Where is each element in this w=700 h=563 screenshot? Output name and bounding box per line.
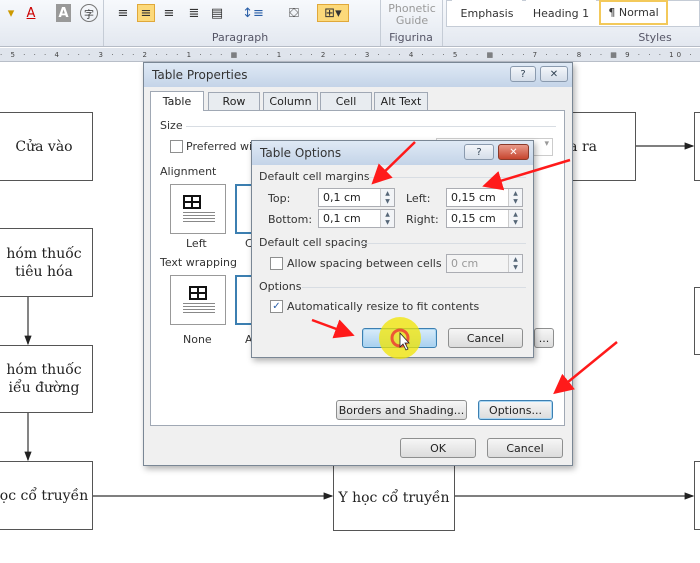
options-button[interactable]: Options...: [478, 400, 553, 420]
cell-spacing-label: Default cell spacing: [259, 236, 368, 249]
box-right-bottom[interactable]: [694, 461, 700, 530]
tab-row[interactable]: Row: [208, 92, 260, 110]
allow-spacing-label: Allow spacing between cells: [287, 257, 442, 270]
table-options-ok-button[interactable]: [362, 328, 437, 348]
box-right-top[interactable]: [694, 112, 700, 181]
tab-alt-text[interactable]: Alt Text: [374, 92, 428, 110]
bottom-label: Bottom:: [268, 213, 313, 226]
top-margin-input[interactable]: 0,1 cm ▲ ▼: [318, 188, 395, 207]
spin-icon[interactable]: ▲ ▼: [380, 210, 394, 227]
auto-resize-checkbox[interactable]: ✓: [270, 300, 283, 313]
box-text-line: iểu đường: [8, 380, 80, 396]
close-icon[interactable]: ✕: [498, 144, 529, 160]
spin-icon[interactable]: ▲ ▼: [508, 255, 522, 272]
preferred-width-label: Preferred wid: [186, 140, 260, 153]
box-text: ọc cổ truyền: [0, 487, 89, 504]
box-text-line: hóm thuốc: [6, 362, 82, 378]
spacing-value: 0 cm: [451, 257, 479, 270]
alignment-section-label: Alignment: [160, 165, 217, 178]
box-text: Y học cổ truyền: [338, 490, 450, 506]
spin-icon[interactable]: ▲ ▼: [508, 189, 522, 206]
left-value: 0,15 cm: [451, 191, 496, 204]
options-section-label: Options: [259, 280, 302, 293]
spacing-input[interactable]: 0 cm ▲ ▼: [446, 254, 523, 273]
positioning-button[interactable]: ...: [534, 328, 554, 348]
help-icon[interactable]: ?: [510, 66, 536, 82]
box-text-line: tiêu hóa: [15, 263, 73, 280]
table-left-icon: [183, 195, 201, 209]
left-label: Left:: [406, 192, 431, 205]
cancel-button[interactable]: Cancel: [487, 438, 563, 458]
top-value: 0,1 cm: [323, 191, 361, 204]
close-icon[interactable]: ✕: [540, 66, 568, 82]
right-label: Right:: [406, 213, 439, 226]
preferred-width-checkbox[interactable]: [170, 140, 183, 153]
borders-and-shading-button[interactable]: Borders and Shading...: [336, 400, 467, 420]
bottom-margin-input[interactable]: 0,1 cm ▲ ▼: [318, 209, 395, 228]
wrap-none-label: None: [183, 333, 212, 346]
box-digestive[interactable]: hóm thuốc tiêu hóa: [0, 228, 93, 297]
box-text-line: hóm thuốc: [6, 245, 82, 262]
box-traditional-center[interactable]: Y học cổ truyền: [333, 465, 455, 531]
align-left-option[interactable]: [170, 184, 226, 234]
ok-button[interactable]: OK: [400, 438, 476, 458]
help-icon[interactable]: ?: [464, 144, 494, 160]
tab-table[interactable]: Table: [150, 91, 204, 111]
align-left-label: Left: [186, 237, 207, 250]
cell-margins-label: Default cell margins: [259, 170, 370, 183]
box-right-middle[interactable]: [694, 287, 700, 355]
table-properties-title: Table Properties: [144, 63, 572, 87]
auto-resize-label: Automatically resize to fit contents: [287, 300, 480, 313]
box-text: a ra: [569, 138, 597, 155]
top-label: Top:: [268, 192, 291, 205]
box-entrance-text: Cửa vào: [15, 138, 73, 155]
box-entrance[interactable]: Cửa vào: [0, 112, 93, 181]
right-margin-input[interactable]: 0,15 cm ▲ ▼: [446, 209, 523, 228]
bottom-value: 0,1 cm: [323, 212, 361, 225]
allow-spacing-checkbox[interactable]: [270, 257, 283, 270]
text-wrapping-label: Text wrapping: [160, 256, 237, 269]
spin-icon[interactable]: ▲ ▼: [508, 210, 522, 227]
table-options-cancel-button[interactable]: Cancel: [448, 328, 523, 348]
tab-column[interactable]: Column: [263, 92, 318, 110]
right-value: 0,15 cm: [451, 212, 496, 225]
table-none-icon: [189, 286, 207, 300]
left-margin-input[interactable]: 0,15 cm ▲ ▼: [446, 188, 523, 207]
wrap-none-option[interactable]: [170, 275, 226, 325]
box-traditional-left[interactable]: ọc cổ truyền: [0, 461, 93, 530]
spin-icon[interactable]: ▲ ▼: [380, 189, 394, 206]
size-section-label: Size: [160, 119, 183, 132]
tab-cell[interactable]: Cell: [320, 92, 372, 110]
box-diabetes[interactable]: hóm thuốc iểu đường: [0, 345, 93, 413]
